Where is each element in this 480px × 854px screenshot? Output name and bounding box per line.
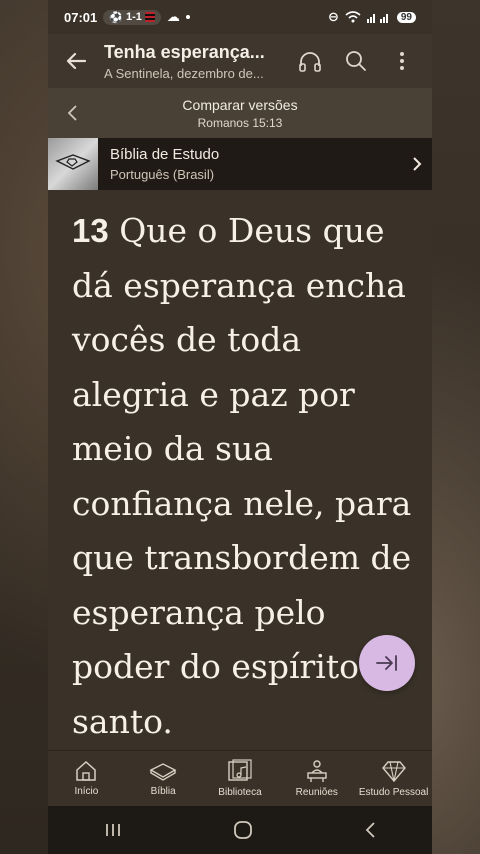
soccer-icon: ⚽ <box>109 11 123 24</box>
chevron-right-icon <box>402 156 432 172</box>
verse-number[interactable]: 13 <box>72 212 109 249</box>
nav-meetings-label: Reuniões <box>295 787 338 798</box>
system-back-button[interactable] <box>364 821 376 839</box>
verse-reference: Romanos 15:13 <box>197 115 283 130</box>
nav-personal-study-label: Estudo Pessoal <box>358 787 429 798</box>
bible-version-row[interactable]: Bíblia de Estudo Português (Brasil) <box>48 138 432 190</box>
bible-language: Português (Brasil) <box>110 167 215 182</box>
chevron-left-icon <box>366 822 375 838</box>
headphones-icon <box>299 52 321 72</box>
next-verse-button[interactable] <box>359 635 415 691</box>
notification-dot <box>185 15 190 19</box>
status-time: 07:01 <box>64 9 98 25</box>
arrow-to-end-icon <box>376 655 397 671</box>
page-subtitle: A Sentinela, dezembro de... <box>104 65 264 81</box>
dnd-icon: ⊖ <box>327 9 339 24</box>
nav-personal-study[interactable]: Estudo Pessoal <box>356 759 432 798</box>
bible-thumbnail <box>48 138 98 190</box>
compare-versions-bar: Comparar versões Romanos 15:13 <box>48 88 432 138</box>
score-chip: ⚽ 1-1 <box>103 9 161 25</box>
system-navigation-bar <box>48 806 432 854</box>
cloud-icon: ☁ <box>166 9 180 24</box>
bottom-navigation: Início Bíblia Biblioteca Reuniões Estudo… <box>48 750 432 806</box>
compare-title: Comparar versões <box>182 96 298 113</box>
search-button[interactable] <box>336 41 376 81</box>
home-icon <box>76 760 97 781</box>
score-text: 1-1 <box>125 11 142 23</box>
arrow-left-icon <box>66 52 86 70</box>
more-options-button[interactable] <box>382 41 422 81</box>
battery-indicator: 99 <box>396 11 416 23</box>
nav-bible[interactable]: Bíblia <box>125 760 201 797</box>
recents-icon <box>105 824 120 836</box>
bible-icon <box>149 763 177 781</box>
more-vertical-icon <box>400 52 404 70</box>
bible-name: Bíblia de Estudo <box>110 146 220 163</box>
circle-home-icon <box>234 821 252 839</box>
search-icon <box>346 51 366 71</box>
open-book-diamond-icon <box>55 154 91 170</box>
team-flag-icon <box>144 12 155 22</box>
back-button[interactable] <box>48 34 104 88</box>
app-header: Tenha esperança... A Sentinela, dezembro… <box>48 34 432 88</box>
nav-home-label: Início <box>74 786 99 797</box>
app-screen: Tenha esperança... A Sentinela, dezembro… <box>48 0 432 854</box>
audio-button[interactable] <box>290 41 330 81</box>
compare-back-button[interactable] <box>48 104 96 122</box>
nav-bible-label: Bíblia <box>150 786 176 797</box>
wifi-icon <box>345 11 361 23</box>
nav-home[interactable]: Início <box>48 760 124 797</box>
nav-library[interactable]: Biblioteca <box>202 759 278 798</box>
header-titles: Tenha esperança... A Sentinela, dezembro… <box>104 42 290 81</box>
page-title: Tenha esperança... <box>104 41 265 62</box>
chevron-left-icon <box>67 105 77 121</box>
signal-icon <box>366 11 391 23</box>
diamond-icon <box>381 761 406 783</box>
recent-apps-button[interactable] <box>104 822 122 838</box>
nav-library-label: Biblioteca <box>218 787 262 798</box>
library-icon <box>228 759 252 781</box>
meetings-icon <box>307 760 327 782</box>
nav-meetings[interactable]: Reuniões <box>279 759 355 798</box>
status-bar: 07:01 ⚽ 1-1 ☁ ⊖ 99 <box>0 0 480 34</box>
home-system-button[interactable] <box>233 820 253 840</box>
